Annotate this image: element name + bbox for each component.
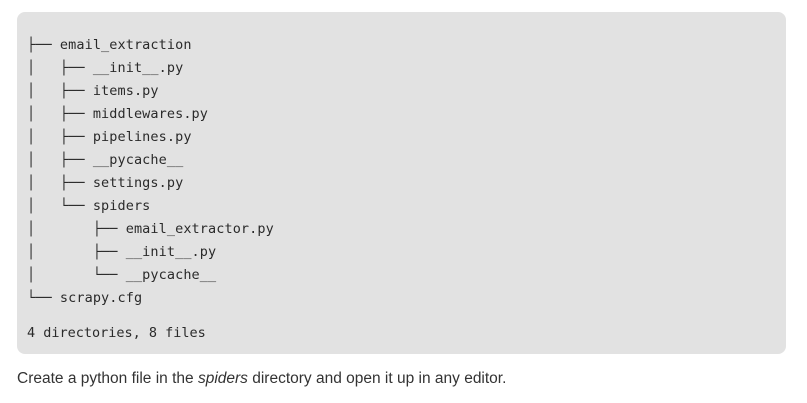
tree-line-spiders-init-py: │ ├── __init__.py: [27, 244, 217, 260]
caption-text-after: directory and open it up in any editor.: [247, 370, 507, 387]
tree-line-scrapy-cfg: └── scrapy.cfg: [27, 290, 143, 306]
directory-tree: ├── email_extraction │ ├── __init__.py │…: [27, 34, 274, 310]
caption-text-before: Create a python file in the: [17, 370, 198, 387]
code-block: ├── email_extraction │ ├── __init__.py │…: [17, 12, 786, 354]
tree-line-spiders: │ └── spiders: [27, 198, 151, 214]
tree-line-pipelines-py: │ ├── pipelines.py: [27, 129, 192, 145]
tree-line-middlewares-py: │ ├── middlewares.py: [27, 106, 209, 122]
caption-paragraph: Create a python file in the spiders dire…: [17, 368, 506, 390]
tree-line-settings-py: │ ├── settings.py: [27, 175, 184, 191]
tree-line-init-py: │ ├── __init__.py: [27, 60, 184, 76]
page: ├── email_extraction │ ├── __init__.py │…: [0, 0, 807, 403]
tree-line-email-extractor-py: │ ├── email_extractor.py: [27, 221, 274, 237]
tree-line-items-py: │ ├── items.py: [27, 83, 159, 99]
tree-line-spiders-pycache: │ └── __pycache__: [27, 267, 217, 283]
tree-line-email-extraction: ├── email_extraction: [27, 37, 192, 53]
tree-summary: 4 directories, 8 files: [27, 325, 206, 341]
tree-line-pycache: │ ├── __pycache__: [27, 152, 184, 168]
caption-emphasis: spiders: [197, 370, 248, 387]
